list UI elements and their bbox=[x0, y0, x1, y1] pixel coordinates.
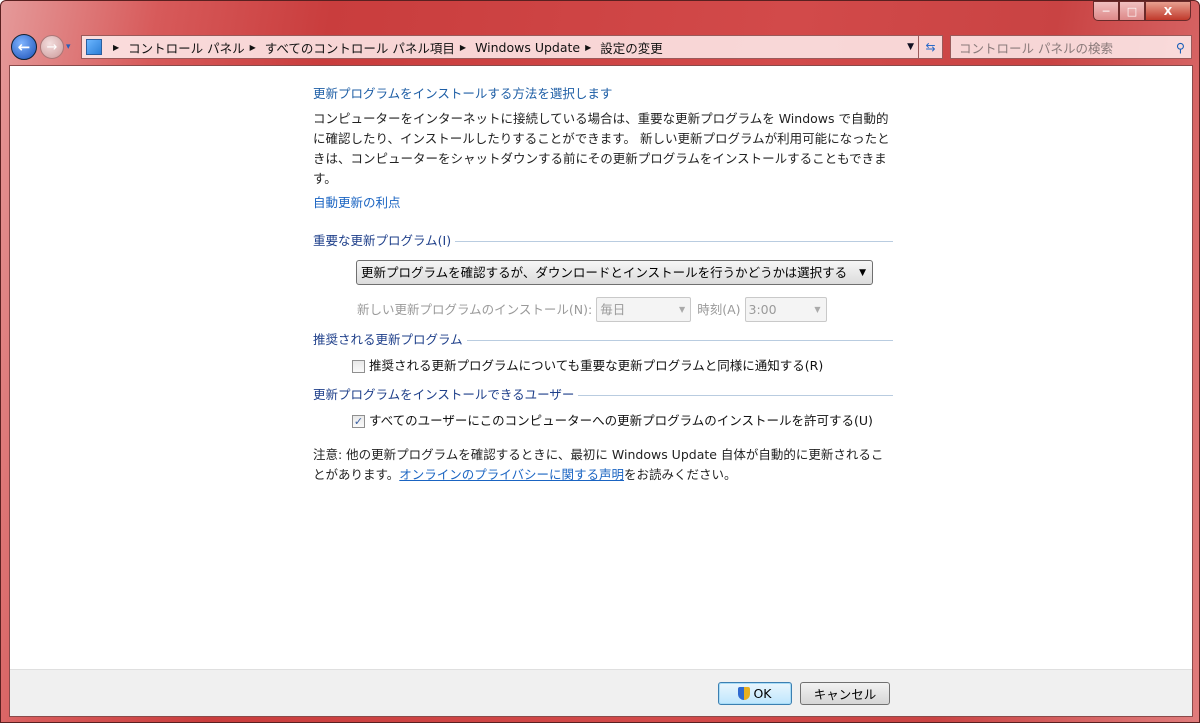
search-placeholder: コントロール パネルの検索 bbox=[959, 40, 1113, 56]
recommended-updates-group: 推奨される更新プログラム bbox=[313, 330, 893, 350]
selected-option: 更新プログラムを確認するが、ダウンロードとインストールを行うかどうかは選択する bbox=[361, 264, 848, 280]
content-area: 更新プログラムをインストールする方法を選択します コンピューターをインターネット… bbox=[9, 65, 1193, 717]
chevron-down-icon: ▼ bbox=[814, 304, 821, 314]
dialog-footer: OK キャンセル bbox=[10, 669, 1192, 716]
chevron-down-icon: ▼ bbox=[679, 304, 686, 314]
all-users-checkbox[interactable]: ✓ すべてのユーザーにこのコンピューターへの更新プログラムのインストールを許可す… bbox=[352, 411, 893, 431]
address-bar[interactable]: ▶ コントロール パネル ▶ すべてのコントロール パネル項目 ▶ Window… bbox=[81, 35, 943, 59]
address-dropdown-icon[interactable]: ▼ bbox=[907, 42, 914, 52]
cancel-button[interactable]: キャンセル bbox=[800, 682, 890, 705]
recommended-checkbox[interactable]: 推奨される更新プログラムについても重要な更新プログラムと同様に通知する(R) bbox=[352, 356, 893, 376]
all-users-checkbox-label: すべてのユーザーにこのコンピューターへの更新プログラムのインストールを許可する(… bbox=[369, 413, 873, 428]
minimize-button[interactable]: ─ bbox=[1093, 1, 1119, 21]
breadcrumb-control-panel[interactable]: コントロール パネル bbox=[128, 38, 244, 57]
privacy-link[interactable]: オンラインのプライバシーに関する声明 bbox=[399, 467, 624, 482]
chevron-right-icon[interactable]: ▶ bbox=[113, 43, 119, 52]
day-select[interactable]: 毎日 ▼ bbox=[596, 297, 692, 322]
install-label: 新しい更新プログラムのインストール(N): bbox=[357, 301, 593, 317]
chevron-down-icon: ▼ bbox=[859, 267, 866, 278]
breadcrumb-windows-update[interactable]: Windows Update bbox=[475, 40, 580, 55]
important-updates-group: 重要な更新プログラム(I) bbox=[313, 231, 893, 251]
breadcrumb-change-settings[interactable]: 設定の変更 bbox=[600, 38, 663, 57]
time-select[interactable]: 3:00 ▼ bbox=[744, 297, 827, 322]
ok-button[interactable]: OK bbox=[718, 682, 792, 705]
note: 注意: 他の更新プログラムを確認するときに、最初に Windows Update… bbox=[313, 445, 893, 485]
forward-button[interactable]: → bbox=[40, 35, 64, 59]
important-heading: 重要な更新プログラム(I) bbox=[313, 233, 452, 248]
description: コンピューターをインターネットに接続している場合は、重要な更新プログラムを Wi… bbox=[313, 111, 890, 186]
close-button[interactable]: X bbox=[1145, 1, 1191, 21]
caption-buttons: ─ □ X bbox=[1093, 1, 1191, 21]
window-frame: ─ □ X ← → ▾ ▶ コントロール パネル ▶ すべてのコントロール パネ… bbox=[0, 0, 1200, 723]
important-updates-select[interactable]: 更新プログラムを確認するが、ダウンロードとインストールを行うかどうかは選択する … bbox=[356, 260, 873, 285]
users-heading: 更新プログラムをインストールできるユーザー bbox=[313, 387, 575, 402]
who-can-install-group: 更新プログラムをインストールできるユーザー bbox=[313, 385, 893, 405]
maximize-button[interactable]: □ bbox=[1119, 1, 1145, 21]
page-title: 更新プログラムをインストールする方法を選択します bbox=[313, 86, 613, 101]
navigation: ← → ▾ bbox=[11, 34, 71, 60]
recommended-heading: 推奨される更新プログラム bbox=[313, 332, 463, 347]
control-panel-icon bbox=[86, 39, 102, 55]
time-label: 時刻(A) bbox=[697, 301, 741, 317]
search-icon[interactable]: ⚲ bbox=[1176, 40, 1185, 55]
install-schedule: 新しい更新プログラムのインストール(N): 毎日 ▼ 時刻(A) 3:00 ▼ bbox=[357, 297, 893, 322]
breadcrumb-all-items[interactable]: すべてのコントロール パネル項目 bbox=[265, 38, 455, 57]
recent-pages-dropdown[interactable]: ▾ bbox=[66, 42, 71, 52]
search-input[interactable]: コントロール パネルの検索 ⚲ bbox=[950, 35, 1192, 59]
benefits-link[interactable]: 自動更新の利点 bbox=[313, 193, 893, 213]
checkbox-unchecked[interactable] bbox=[352, 359, 365, 373]
back-button[interactable]: ← bbox=[11, 34, 37, 60]
chevron-right-icon[interactable]: ▶ bbox=[460, 43, 466, 52]
note-suffix: をお読みください。 bbox=[624, 467, 737, 482]
chevron-right-icon[interactable]: ▶ bbox=[250, 43, 256, 52]
recommended-checkbox-label: 推奨される更新プログラムについても重要な更新プログラムと同様に通知する(R) bbox=[369, 358, 824, 373]
checkmark-icon[interactable]: ✓ bbox=[352, 414, 365, 428]
chevron-right-icon[interactable]: ▶ bbox=[585, 43, 591, 52]
uac-shield-icon bbox=[738, 687, 751, 700]
refresh-icon[interactable]: ⇆ bbox=[918, 36, 942, 58]
